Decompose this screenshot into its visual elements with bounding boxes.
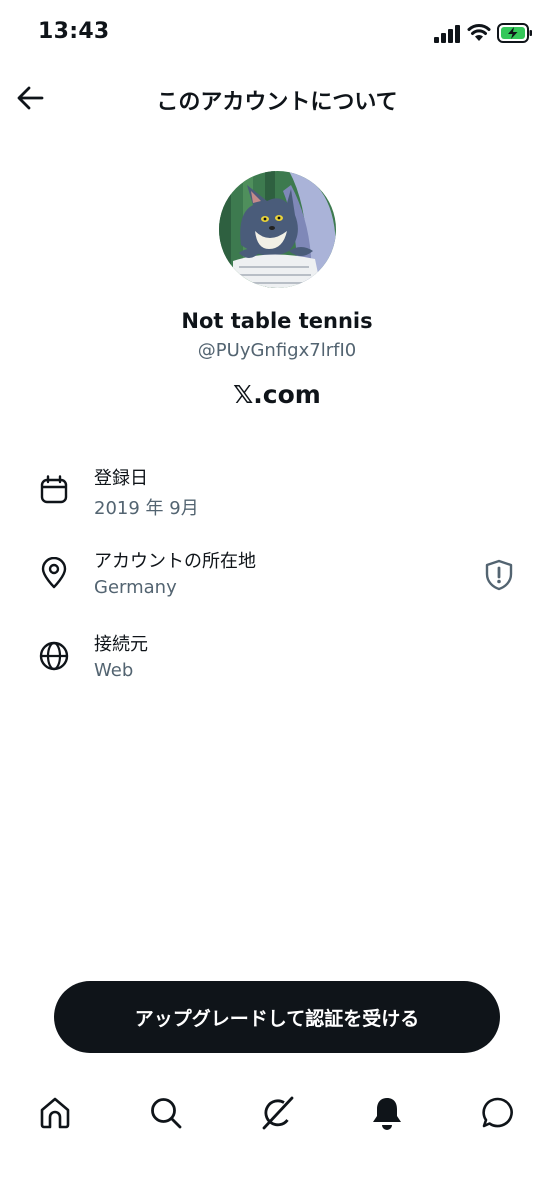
grok-icon — [262, 1096, 294, 1130]
nav-messages[interactable] — [478, 1093, 518, 1133]
upgrade-verify-button[interactable]: アップグレードして認証を受ける — [54, 981, 500, 1053]
avatar[interactable] — [219, 171, 336, 288]
display-name: Not table tennis — [181, 309, 373, 333]
domain-link[interactable]: 𝕏.com — [0, 380, 554, 409]
account-location-label: アカウントの所在地 — [94, 551, 256, 572]
globe-icon — [39, 641, 69, 671]
page-title: このアカウントについて — [156, 90, 398, 115]
upgrade-verify-label: アップグレードして認証を受ける — [134, 1007, 420, 1030]
connected-via-row: 接続元 Web — [0, 628, 554, 698]
notifications-bell-icon — [373, 1098, 401, 1130]
joined-date-row: 登録日 2019 年 9月 — [0, 462, 554, 532]
account-location-row: アカウントの所在地 Germany — [0, 545, 554, 615]
bottom-navigation — [0, 1085, 554, 1145]
shield-icon[interactable] — [484, 559, 514, 591]
status-time: 13:43 — [38, 19, 110, 44]
calendar-icon — [40, 475, 68, 504]
nav-grok[interactable] — [257, 1093, 297, 1133]
connected-via-value: Web — [94, 660, 134, 681]
nav-search[interactable] — [146, 1093, 186, 1133]
search-icon — [151, 1098, 182, 1129]
user-handle: @PUyGnfigx7lrfI0 — [197, 340, 357, 361]
avatar-image — [219, 171, 336, 288]
home-icon — [40, 1097, 70, 1129]
battery-charging-icon — [497, 23, 532, 43]
account-location-value: Germany — [94, 577, 177, 598]
wifi-icon — [467, 24, 491, 41]
cellular-signal-icon — [434, 25, 460, 43]
joined-date-value: 2019 年 9月 — [94, 498, 199, 519]
nav-notifications[interactable] — [367, 1093, 407, 1133]
location-pin-icon — [41, 557, 67, 589]
messages-icon — [482, 1097, 513, 1128]
joined-date-label: 登録日 — [94, 468, 148, 489]
connected-via-label: 接続元 — [94, 634, 148, 655]
about-account-screen: 13:43 このアカウントについて Not table tennis @PUyG… — [0, 0, 554, 1199]
status-bar: 13:43 — [0, 0, 554, 70]
nav-home[interactable] — [35, 1093, 75, 1133]
